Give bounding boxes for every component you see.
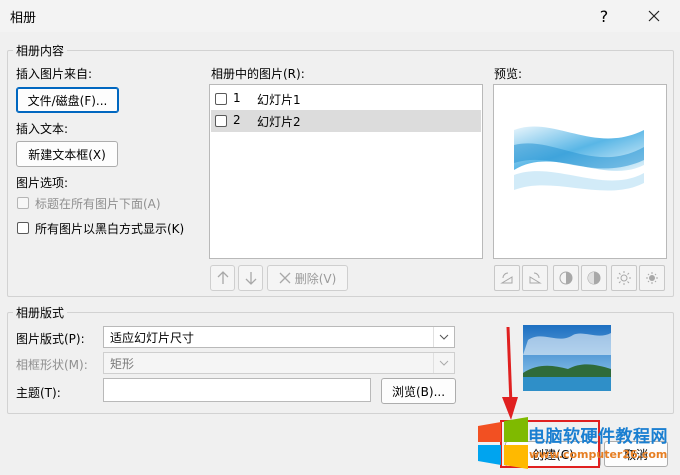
picture-name: 幻灯片1: [257, 93, 301, 107]
picture-index: 1: [233, 91, 241, 105]
title-bar: 相册 ?: [0, 0, 680, 32]
new-textbox-button[interactable]: 新建文本框(X): [16, 141, 118, 167]
annotation-arrow: [502, 326, 518, 420]
picture-layout-value: 适应幻灯片尺寸: [110, 330, 195, 345]
picture-layout-select[interactable]: 适应幻灯片尺寸: [103, 326, 455, 348]
rotate-left-button[interactable]: [494, 265, 520, 291]
landscape-thumbnail-image: [523, 325, 611, 391]
more-contrast-button[interactable]: [553, 265, 579, 291]
window-title: 相册: [10, 11, 37, 26]
pictures-listbox[interactable]: 1 幻灯片1 2 幻灯片2: [209, 84, 483, 259]
picture-index: 2: [233, 113, 241, 127]
caption-below-label: 标题在所有图片下面(A): [35, 197, 161, 211]
move-up-button[interactable]: [210, 265, 235, 291]
frame-shape-label: 相框形状(M):: [16, 358, 88, 372]
black-white-label: 所有图片以黑白方式显示(K): [35, 222, 185, 236]
theme-label: 主题(T):: [16, 386, 61, 400]
picture-name: 幻灯片2: [257, 115, 301, 129]
caption-below-checkbox[interactable]: [17, 197, 29, 209]
rotate-left-icon: [500, 272, 513, 284]
delete-button-label: 删除(V): [294, 271, 337, 286]
close-button[interactable]: [640, 4, 668, 28]
frame-shape-value: 矩形: [110, 356, 135, 371]
file-disk-button[interactable]: 文件/磁盘(F)...: [16, 87, 119, 113]
delete-button[interactable]: 删除(V): [267, 265, 348, 291]
album-layout-legend: 相册版式: [13, 304, 68, 321]
picture-checkbox[interactable]: [215, 93, 227, 105]
preview-label: 预览:: [494, 67, 523, 81]
delete-icon: [279, 272, 291, 284]
brightness-down-icon: [646, 272, 658, 284]
close-icon: [648, 10, 660, 22]
picture-checkbox[interactable]: [215, 115, 227, 127]
watermark-text-url: www.computer26.com: [529, 448, 668, 461]
less-contrast-button[interactable]: [581, 265, 607, 291]
chevron-down-icon: [433, 327, 454, 347]
rotate-right-icon: [529, 272, 542, 284]
watermark-text-cn: 电脑软硬件教程网: [528, 427, 668, 447]
frame-shape-select[interactable]: 矩形: [103, 352, 455, 374]
arrow-down-icon: [245, 272, 256, 285]
browse-button[interactable]: 浏览(B)...: [381, 378, 456, 404]
picture-layout-label: 图片版式(P):: [16, 332, 85, 346]
black-white-checkbox[interactable]: [17, 222, 29, 234]
less-brightness-button[interactable]: [639, 265, 665, 291]
insert-from-label: 插入图片来自:: [16, 67, 93, 81]
watermark-logo: [474, 414, 532, 472]
preview-image: [514, 123, 644, 220]
layout-thumbnail: [523, 325, 611, 391]
picture-options-label: 图片选项:: [16, 176, 69, 190]
pictures-in-album-label: 相册中的图片(R):: [211, 67, 305, 81]
album-content-legend: 相册内容: [13, 42, 68, 59]
chevron-down-icon: [433, 353, 454, 373]
windows-logo-icon: [478, 417, 528, 469]
theme-input[interactable]: [103, 378, 371, 402]
move-down-button[interactable]: [238, 265, 263, 291]
rotate-right-button[interactable]: [522, 265, 548, 291]
more-brightness-button[interactable]: [611, 265, 637, 291]
list-item[interactable]: 2 幻灯片2: [211, 110, 481, 132]
arrow-up-icon: [217, 271, 228, 284]
contrast-up-icon: [559, 271, 573, 285]
insert-text-label: 插入文本:: [16, 122, 69, 136]
help-button[interactable]: ?: [590, 4, 618, 28]
list-item[interactable]: 1 幻灯片1: [211, 88, 481, 110]
brightness-up-icon: [617, 271, 631, 285]
contrast-down-icon: [587, 271, 601, 285]
preview-pane: [493, 84, 667, 259]
